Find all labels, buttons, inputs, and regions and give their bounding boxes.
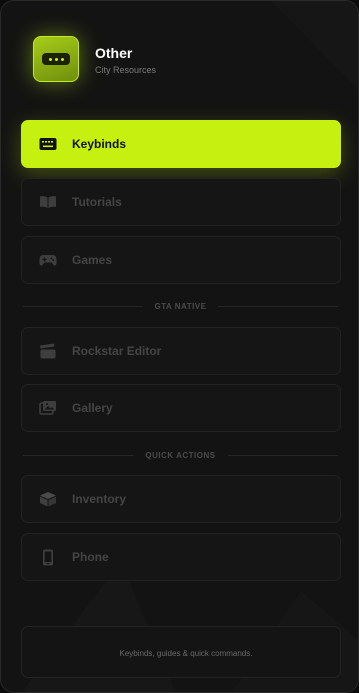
book-icon (39, 193, 57, 211)
clapperboard-icon (39, 342, 57, 360)
keyboard-icon (39, 135, 57, 153)
other-panel: Other City Resources Keybinds Tutorials (0, 0, 359, 693)
nav-item-phone[interactable]: Phone (21, 533, 341, 581)
section-divider-quick-actions: QUICK ACTIONS (23, 449, 339, 461)
nav-item-inventory[interactable]: Inventory (21, 475, 341, 523)
nav-item-phone-label: Phone (72, 550, 109, 564)
nav-item-keybinds[interactable]: Keybinds (21, 120, 341, 168)
nav-item-tutorials[interactable]: Tutorials (21, 178, 341, 226)
nav-item-gallery[interactable]: Gallery (21, 384, 341, 432)
nav-item-gallery-label: Gallery (72, 401, 113, 415)
section-label-gta-native: GTA NATIVE (154, 301, 207, 311)
more-dots-icon (33, 36, 79, 82)
panel-header: Other City Resources (33, 36, 156, 82)
section-label-quick-actions: QUICK ACTIONS (145, 450, 216, 460)
nav-item-games[interactable]: Games (21, 236, 341, 284)
nav-item-tutorials-label: Tutorials (72, 195, 122, 209)
footer-text: Keybinds, guides & quick commands. (119, 649, 253, 658)
nav-item-keybinds-label: Keybinds (72, 137, 127, 151)
box-icon (39, 490, 57, 508)
panel-title: Other (95, 44, 133, 61)
footer-info-box: Keybinds, guides & quick commands. (21, 626, 341, 678)
gamepad-icon (39, 251, 57, 269)
images-icon (39, 399, 57, 417)
nav-item-games-label: Games (72, 253, 113, 267)
nav-item-rockstar-editor[interactable]: Rockstar Editor (21, 327, 341, 375)
phone-icon (39, 548, 57, 566)
section-divider-gta-native: GTA NATIVE (23, 300, 338, 312)
nav-item-inventory-label: Inventory (72, 492, 127, 506)
nav-item-rockstar-editor-label: Rockstar Editor (72, 344, 162, 358)
panel-subtitle: City Resources (95, 64, 157, 75)
